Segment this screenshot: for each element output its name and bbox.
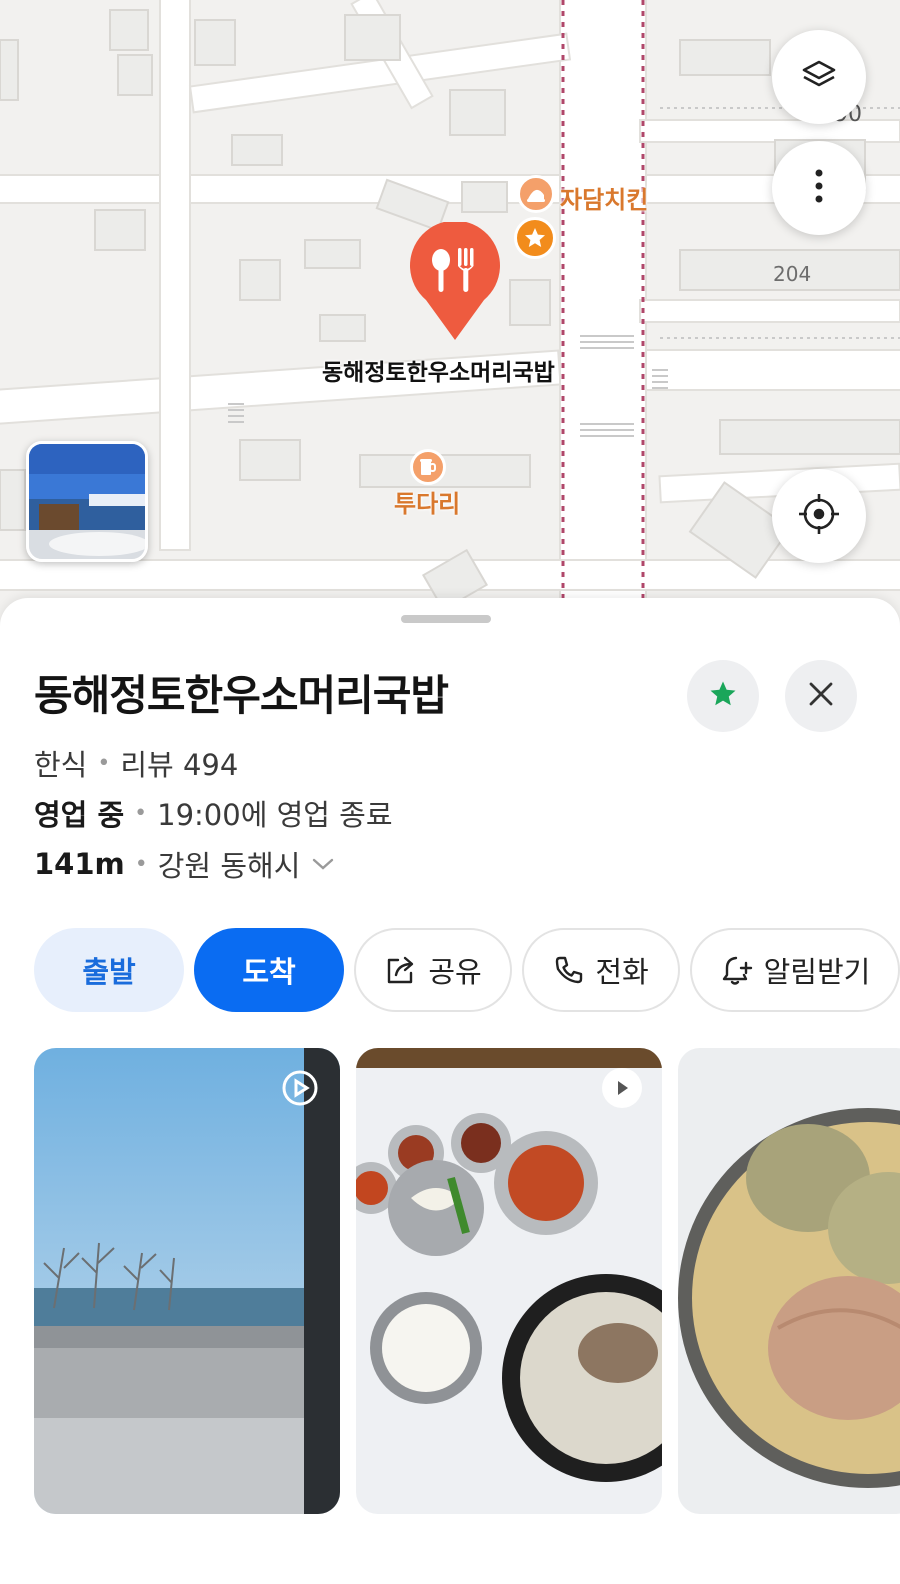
poi-label-beer[interactable]: 투다리: [394, 484, 460, 519]
bell-plus-icon: [722, 956, 752, 985]
photo-carousel[interactable]: [34, 1048, 900, 1518]
restaurant-pin-icon[interactable]: [408, 220, 502, 342]
map-view[interactable]: 자담치킨 동해정토한우소머리국밥 투다리 204 도 시 390: [0, 0, 900, 640]
closing-time: 19:00에 영업 종료: [157, 798, 393, 832]
close-button[interactable]: [785, 660, 857, 732]
depart-label: 출발: [82, 955, 136, 989]
business-hours-line[interactable]: 영업 중 • 19:00에 영업 종료: [34, 792, 393, 834]
star-poi-icon[interactable]: [514, 217, 556, 259]
place-category: 한식: [34, 748, 88, 782]
phone-icon: [556, 956, 583, 984]
notification-label: 알림받기: [763, 955, 871, 989]
open-status: 영업 중: [34, 798, 125, 832]
distance-address-line[interactable]: 141m • 강원 동해시: [34, 843, 334, 885]
separator-dot: •: [134, 800, 148, 826]
more-vertical-icon: [814, 168, 824, 208]
poi-label-chicken[interactable]: 자담치킨: [560, 180, 648, 215]
distance: 141m: [34, 847, 125, 881]
notification-button[interactable]: 알림받기: [690, 928, 900, 1012]
my-location-button[interactable]: [772, 469, 866, 563]
place-detail-sheet: 동해정토한우소머리국밥 한식 • 리뷰 494 영업 중 • 19:00에 영업…: [0, 598, 900, 1584]
share-button[interactable]: 공유: [354, 928, 512, 1012]
review-count-link[interactable]: 리뷰 494: [120, 742, 238, 784]
sheet-drag-handle[interactable]: [401, 615, 491, 623]
share-icon: [388, 956, 414, 984]
video-play-icon: [602, 1068, 642, 1108]
share-label: 공유: [428, 955, 482, 989]
arrive-label: 도착: [242, 955, 296, 989]
video-play-icon: [280, 1068, 320, 1108]
selected-place-map-label: 동해정토한우소머리국밥: [322, 360, 555, 386]
chevron-down-icon: [312, 857, 334, 871]
call-button[interactable]: 전화: [522, 928, 680, 1012]
layers-button[interactable]: [772, 30, 866, 124]
category-review-line: 한식 • 리뷰 494: [34, 742, 238, 784]
photo-thumbnail[interactable]: [678, 1048, 900, 1514]
separator-dot: •: [134, 851, 148, 877]
region: 강원 동해시: [157, 849, 301, 883]
photo-thumbnail[interactable]: [356, 1048, 662, 1514]
more-options-button[interactable]: [772, 141, 866, 235]
place-title: 동해정토한우소머리국밥: [34, 671, 449, 720]
photo-thumbnail[interactable]: [34, 1048, 340, 1514]
close-icon: [808, 681, 834, 711]
action-buttons-row: 출발 도착 공유 전화 알림받기: [34, 928, 900, 1012]
beer-poi-icon[interactable]: [410, 449, 446, 485]
arrive-button[interactable]: 도착: [194, 928, 344, 1012]
crosshair-icon: [797, 492, 841, 540]
street-view-thumbnail[interactable]: [26, 441, 148, 562]
depart-button[interactable]: 출발: [34, 928, 184, 1012]
chicken-poi-icon[interactable]: [517, 175, 555, 213]
star-icon: [708, 679, 738, 713]
separator-dot: •: [97, 750, 111, 776]
call-label: 전화: [595, 955, 649, 989]
layers-icon: [799, 55, 839, 99]
favorite-button[interactable]: [687, 660, 759, 732]
building-number-label: 204: [773, 262, 812, 286]
